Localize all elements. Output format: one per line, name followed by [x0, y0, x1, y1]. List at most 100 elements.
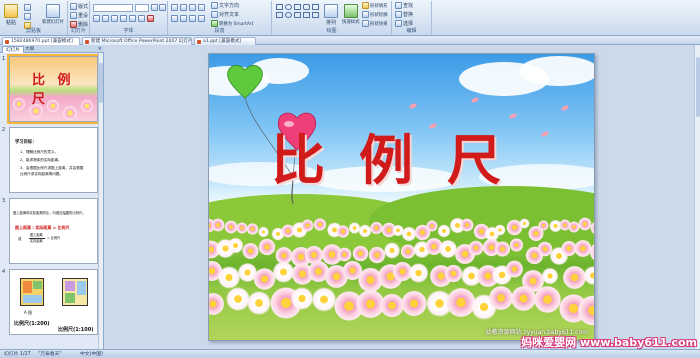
align-right-button[interactable]	[189, 15, 196, 22]
tab-outline[interactable]: 大纲	[22, 46, 37, 53]
current-slide[interactable]: 比例尺 幼教资源网站 zyyuan.baby611.com	[208, 53, 595, 341]
new-slide-button[interactable]: 新建幻灯片	[42, 4, 64, 25]
rectangle-shape-icon[interactable]	[276, 4, 283, 10]
document-tab[interactable]: a1.ppt [兼容模式]	[194, 37, 256, 45]
replace-icon	[395, 11, 402, 18]
select-button[interactable]: 选择	[395, 20, 413, 27]
triangle-shape-icon[interactable]	[276, 12, 283, 18]
bold-button[interactable]	[93, 15, 100, 22]
slide-title[interactable]: 比例尺	[271, 116, 531, 195]
increase-indent-button[interactable]	[198, 4, 205, 11]
text-direction-button[interactable]: 文字方向	[211, 2, 239, 9]
font-color-button[interactable]	[147, 15, 154, 22]
shrink-font-button[interactable]	[159, 4, 166, 11]
slide-editor: 比例尺 幼教资源网站 zyyuan.baby611.com	[105, 45, 700, 349]
arrow-shape-icon[interactable]	[312, 4, 319, 10]
justify-icon	[198, 15, 205, 22]
layout-icon	[70, 3, 77, 10]
numbering-button[interactable]	[180, 4, 187, 11]
cloud-image	[519, 56, 594, 86]
bullets-button[interactable]	[171, 4, 178, 11]
smiley-shape-icon[interactable]	[285, 12, 292, 18]
align-left-button[interactable]	[171, 15, 178, 22]
line-shape-icon[interactable]	[294, 4, 301, 10]
paste-icon	[4, 4, 18, 18]
clipboard-group: 粘贴 新建幻灯片 剪贴板	[0, 1, 68, 35]
paste-button[interactable]: 粘贴	[4, 4, 18, 26]
scrollbar-thumb[interactable]	[99, 63, 103, 103]
slide-thumbnail-2[interactable]: 学习目标： 1、理解比例尺的意义。 2、能求物体的实际距离。 3、会根据比例尺求…	[9, 127, 98, 193]
callout-shape-icon[interactable]	[303, 12, 310, 18]
cursor-icon	[395, 20, 402, 27]
scrollbar-thumb[interactable]	[696, 57, 700, 117]
shape-effects-button[interactable]: 形状效果	[362, 20, 388, 27]
slide-thumbnail-4[interactable]: A 图 比例尺(1:200) 比例尺(1:100)	[9, 269, 98, 335]
align-text-button[interactable]: 对齐文本	[211, 11, 239, 18]
grow-font-icon	[151, 4, 158, 11]
quick-styles-icon	[343, 4, 358, 18]
petal-image	[560, 104, 570, 112]
underline-button[interactable]	[111, 15, 118, 22]
reset-button[interactable]: 重设	[70, 12, 88, 19]
document-tab[interactable]: 新建 Microsoft Office PowerPoint 2007 幻灯片.…	[82, 37, 192, 45]
font-name-input[interactable]	[93, 4, 133, 12]
strikethrough-button[interactable]	[120, 15, 127, 22]
quick-styles-button[interactable]: 快速样式	[342, 4, 360, 25]
arrange-button[interactable]: 排列	[324, 4, 338, 26]
strikethrough-icon	[120, 15, 127, 22]
italic-button[interactable]	[102, 15, 109, 22]
effects-icon	[362, 20, 369, 27]
shape-fill-button[interactable]: 形状填充	[362, 2, 388, 9]
indent-icon	[198, 4, 205, 11]
find-button[interactable]: 查找	[395, 2, 413, 9]
room-block	[65, 293, 75, 303]
layout-button[interactable]: 版式	[70, 3, 88, 10]
shape-outline-button[interactable]: 形状轮廓	[362, 11, 388, 18]
cut-button[interactable]	[24, 4, 31, 11]
star-shape-icon[interactable]	[294, 12, 301, 18]
petal-image	[470, 96, 480, 104]
tab-slides[interactable]: 幻灯片	[2, 46, 24, 53]
spacing-button[interactable]	[138, 15, 145, 22]
brace-shape-icon[interactable]	[312, 12, 319, 18]
close-icon[interactable]: ×	[98, 46, 102, 52]
paragraph-group: 文字方向 对齐文本 转换为 SmartArt 段落	[168, 1, 272, 35]
flower-image	[459, 217, 474, 232]
pane-scrollbar[interactable]	[98, 53, 103, 349]
italic-icon	[102, 15, 109, 22]
grow-font-button[interactable]	[151, 4, 158, 11]
slide-thumbnail-1[interactable]: 比 例 尺	[7, 54, 100, 124]
editing-group-label: 编辑	[406, 28, 417, 34]
editor-scrollbar[interactable]	[694, 45, 700, 349]
room-block	[77, 281, 86, 295]
arrange-icon	[324, 4, 338, 18]
flower-image	[257, 226, 270, 238]
align-center-button[interactable]	[180, 15, 187, 22]
thumbnail-text: 2、能求物体的实际距离。	[20, 158, 62, 162]
replace-button[interactable]: 替换	[395, 11, 413, 18]
ribbon: 粘贴 新建幻灯片 剪贴板 版式 重设 删除 幻灯片 字体 文字方向 对齐文本 转…	[0, 0, 700, 36]
justify-button[interactable]	[198, 15, 205, 22]
document-tab-bar: 1582486970.ppt [兼容模式] 新建 Microsoft Offic…	[0, 36, 700, 45]
decrease-indent-button[interactable]	[189, 4, 196, 11]
status-bar: 幻灯片 1/27 "万泰春天" 中文(中国)	[0, 349, 700, 358]
rounded-rect-shape-icon[interactable]	[303, 4, 310, 10]
document-tab[interactable]: 1582486970.ppt [兼容模式]	[2, 37, 80, 45]
smartart-button[interactable]: 转换为 SmartArt	[211, 20, 253, 27]
slide-thumbnail-3[interactable]: 图上距离和实际距离的比，叫做这幅图的比例尺。 图上距离 : 实际距离 = 比例尺…	[9, 198, 98, 264]
room-block	[23, 281, 32, 293]
font-size-input[interactable]	[135, 4, 149, 12]
language-indicator[interactable]: 中文(中国)	[80, 351, 103, 358]
slide-number: 3	[2, 198, 6, 204]
shadow-button[interactable]	[129, 15, 136, 22]
flower-image	[300, 218, 315, 232]
spacing-icon	[138, 15, 145, 22]
copy-button[interactable]	[24, 13, 31, 20]
flower-image	[209, 291, 226, 317]
paragraph-group-label: 段落	[214, 28, 225, 34]
pen-icon	[362, 11, 369, 18]
thumbnail-caption: A 图	[24, 310, 33, 315]
oval-shape-icon[interactable]	[285, 4, 292, 10]
flower-image	[408, 262, 430, 284]
font-group: 字体	[90, 1, 168, 35]
